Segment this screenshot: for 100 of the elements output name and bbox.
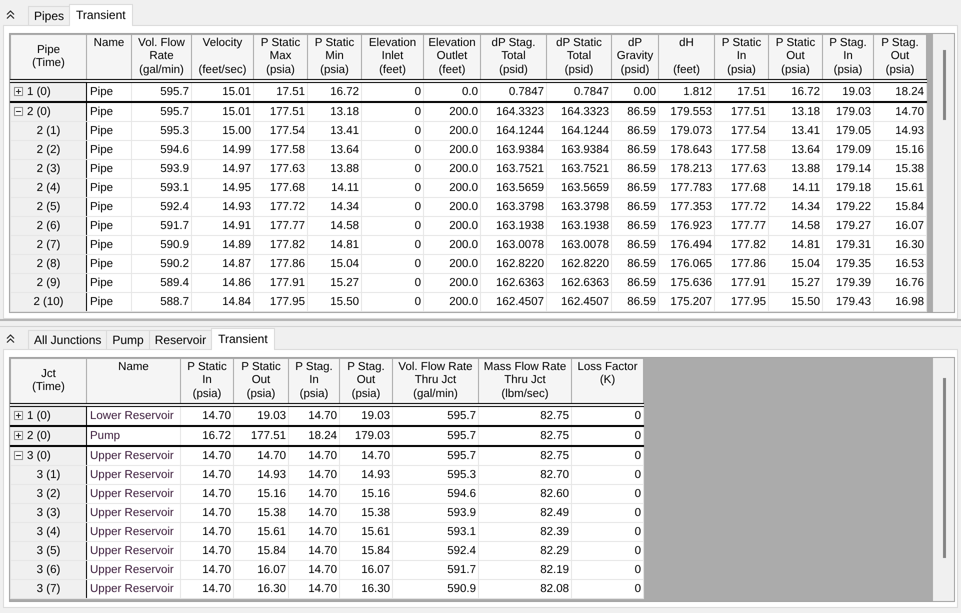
table-cell: 177.72 (714, 198, 768, 216)
table-cell: 16.07 (234, 560, 288, 580)
column-header[interactable]: Name (86, 358, 180, 405)
table-cell: 15.61 (234, 522, 288, 542)
table-cell: 82.49 (478, 504, 572, 522)
table-cell: 163.9384 (546, 140, 612, 160)
column-header[interactable]: P Static Max (psia) (254, 34, 308, 81)
table-cell: 16.30 (234, 580, 288, 598)
column-header[interactable]: P Stag. Out (psia) (340, 358, 392, 405)
table-cell: 164.1244 (546, 122, 612, 140)
table-cell: 86.59 (612, 140, 658, 160)
table-cell: 200.0 (424, 160, 480, 178)
table-cell: 13.18 (768, 102, 822, 122)
table-cell: 176.923 (658, 216, 714, 236)
table-cell: 179.39 (822, 274, 874, 292)
column-header[interactable]: P Stag. In (psia) (288, 358, 340, 405)
column-header[interactable]: P Stag. Out (psia) (874, 34, 926, 81)
scrollbar-thumb[interactable] (943, 378, 946, 558)
minus-box-icon[interactable] (14, 450, 23, 460)
plus-box-icon[interactable] (14, 410, 23, 420)
table-cell: 0 (362, 254, 424, 274)
table-cell: 15.38 (340, 504, 392, 522)
column-header[interactable]: P Static In (psia) (180, 358, 234, 405)
table-cell: 177.95 (714, 292, 768, 312)
table-cell: 14.58 (768, 216, 822, 236)
table-cell: 179.27 (822, 216, 874, 236)
table-cell: 200.0 (424, 198, 480, 216)
table-cell: 15.84 (234, 542, 288, 560)
table-cell: 14.70 (340, 446, 392, 466)
table-cell: 163.7521 (546, 160, 612, 178)
column-header[interactable]: Elevation Outlet (feet) (424, 34, 480, 81)
table-cell: 14.70 (180, 484, 234, 504)
table-cell: Upper Reservoir (86, 580, 180, 598)
table-cell: 15.27 (308, 274, 362, 292)
plus-box-icon[interactable] (14, 430, 23, 440)
table-cell: 177.58 (254, 140, 308, 160)
column-header[interactable]: Velocity (feet/sec) (192, 34, 254, 81)
scrollbar-track[interactable] (933, 358, 954, 601)
column-header[interactable]: P Static In (psia) (714, 34, 768, 81)
column-header[interactable]: dP Static Total (psid) (546, 34, 612, 81)
tab[interactable]: Pump (106, 330, 150, 349)
scrollbar-thumb[interactable] (943, 50, 946, 120)
table-cell: 162.6363 (546, 274, 612, 292)
row-label: 2 (7) (36, 238, 60, 250)
table-cell: 15.04 (768, 254, 822, 274)
table-cell: 163.5659 (546, 178, 612, 198)
table-cell: 82.75 (478, 446, 572, 466)
table-cell: 14.99 (192, 140, 254, 160)
tab[interactable]: Transient (69, 4, 133, 26)
column-header[interactable]: Loss Factor (K) (572, 358, 644, 405)
table-cell: 13.41 (768, 122, 822, 140)
table-cell: 594.6 (392, 484, 478, 504)
table-cell: 15.84 (340, 542, 392, 560)
table-cell: 0 (362, 122, 424, 140)
column-header[interactable]: P Static Min (psia) (308, 34, 362, 81)
table-cell: 0 (572, 504, 644, 522)
row-label: 2 (1) (36, 124, 60, 136)
tab[interactable]: Transient (211, 328, 275, 350)
column-header[interactable]: dP Stag. Total (psid) (480, 34, 546, 81)
column-header[interactable]: Elevation Inlet (feet) (362, 34, 424, 81)
column-header[interactable]: Vol. Flow Rate Thru Jct (gal/min) (392, 358, 478, 405)
table-cell: 200.0 (424, 216, 480, 236)
table-cell: 595.3 (392, 466, 478, 484)
row-label: 2 (4) (36, 182, 60, 194)
scrollbar-track[interactable] (933, 34, 954, 312)
table-cell: 16.30 (340, 580, 392, 598)
table-cell: 14.70 (288, 542, 340, 560)
table-cell: 15.38 (234, 504, 288, 522)
column-header[interactable]: Name (86, 34, 132, 81)
column-header[interactable]: P Static Out (psia) (234, 358, 288, 405)
table-cell: 200.0 (424, 236, 480, 254)
table-cell: 177.77 (714, 216, 768, 236)
table-cell: 14.93 (874, 122, 926, 140)
double-chevron-up-icon[interactable] (6, 10, 15, 19)
table-cell: 177.63 (254, 160, 308, 178)
column-header[interactable]: P Static Out (psia) (768, 34, 822, 81)
tab[interactable]: All Junctions (28, 330, 108, 349)
column-header[interactable]: dH (feet) (658, 34, 714, 81)
minus-box-icon[interactable] (14, 106, 23, 116)
table-cell: 178.213 (658, 160, 714, 178)
table-cell: 0 (572, 560, 644, 580)
column-header[interactable]: Jct (Time) (10, 358, 86, 405)
table-cell: 14.11 (768, 178, 822, 198)
table-cell: 0 (572, 426, 644, 446)
table-cell: 15.61 (340, 522, 392, 542)
table-cell: 200.0 (424, 274, 480, 292)
table-cell: 86.59 (612, 198, 658, 216)
column-header[interactable]: Mass Flow Rate Thru Jct (lbm/sec) (478, 358, 572, 405)
table-cell: 86.59 (612, 274, 658, 292)
table-cell: 14.86 (192, 274, 254, 292)
column-header[interactable]: dP Gravity (psid) (612, 34, 658, 81)
table-cell: 200.0 (424, 254, 480, 274)
double-chevron-up-icon[interactable] (6, 334, 15, 343)
table-cell: 14.34 (308, 198, 362, 216)
column-header[interactable]: Pipe (Time) (10, 34, 86, 81)
tab[interactable]: Pipes (28, 6, 70, 25)
column-header[interactable]: Vol. Flow Rate (gal/min) (132, 34, 192, 81)
row-label: 2 (8) (36, 258, 60, 270)
column-header[interactable]: P Stag. In (psia) (822, 34, 874, 81)
plus-box-icon[interactable] (14, 86, 23, 96)
